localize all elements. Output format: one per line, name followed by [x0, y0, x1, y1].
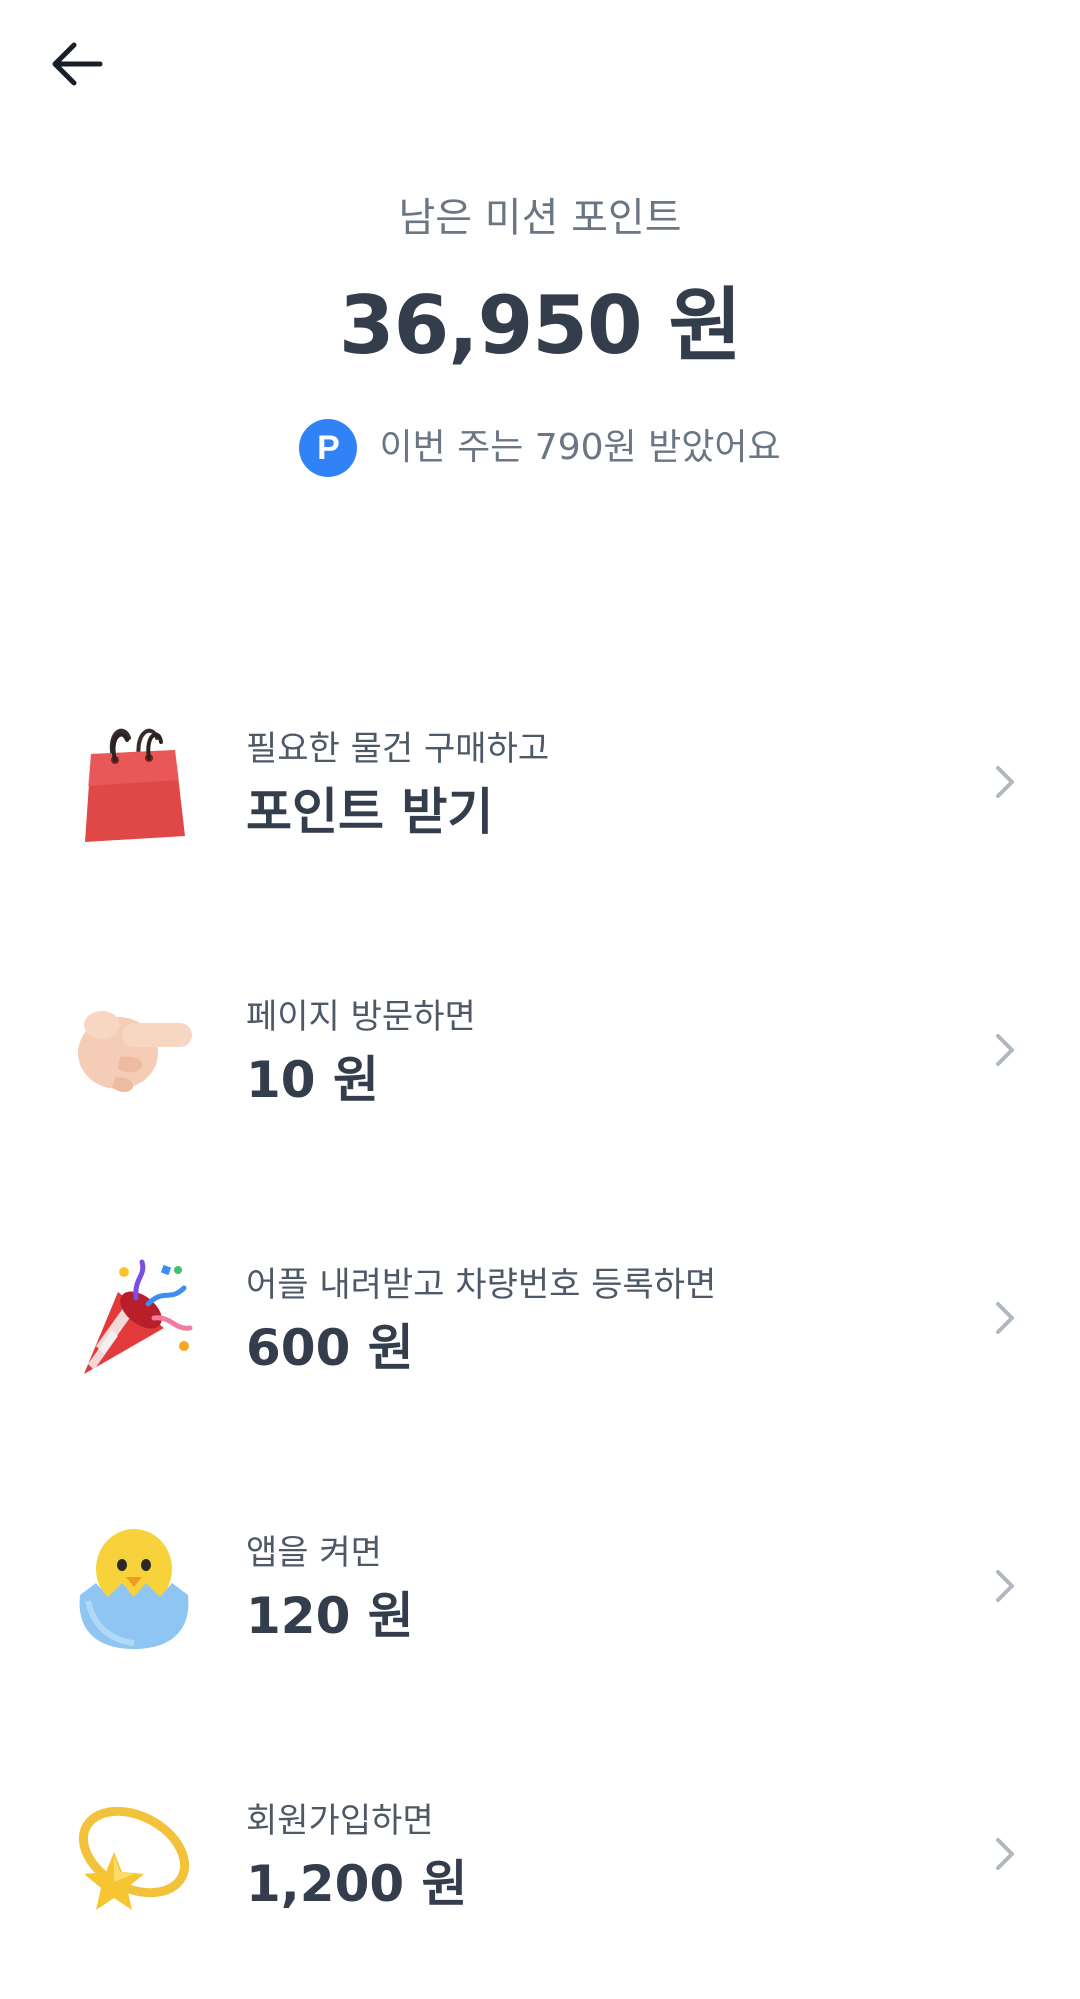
mission-item-shopping[interactable]: 필요한 물건 구매하고 포인트 받기 — [0, 650, 1080, 918]
points-label: 남은 미션 포인트 — [398, 195, 682, 241]
mission-reward: 10 원 — [246, 1051, 379, 1109]
mission-subtitle: 페이지 방문하면 — [246, 997, 476, 1037]
mission-list: 필요한 물건 구매하고 포인트 받기 페이지 방문하면 10 원 어플 내려받고… — [0, 650, 1080, 1990]
mission-subtitle: 필요한 물건 구매하고 — [246, 729, 550, 769]
mission-item-visit[interactable]: 페이지 방문하면 10 원 — [0, 918, 1080, 1186]
mission-item-register-car[interactable]: 어플 내려받고 차량번호 등록하면 600 원 — [0, 1186, 1080, 1454]
chevron-right-icon — [996, 1838, 1014, 1870]
mission-subtitle: 앱을 켜면 — [246, 1533, 382, 1573]
mission-reward: 120 원 — [246, 1587, 414, 1645]
hatching-chick-icon — [72, 1524, 196, 1649]
points-amount: 36,950 원 — [338, 279, 742, 372]
mission-reward: 1,200 원 — [246, 1855, 468, 1913]
mission-subtitle: 회원가입하면 — [246, 1801, 434, 1841]
points-summary: 남은 미션 포인트 36,950 원 P 이번 주는 790원 받았어요 — [0, 190, 1080, 478]
weekly-earned: P 이번 주는 790원 받았어요 — [299, 418, 781, 478]
pointing-hand-icon — [72, 988, 196, 1112]
mission-subtitle: 어플 내려받고 차량번호 등록하면 — [246, 1265, 717, 1305]
chevron-right-icon — [996, 1570, 1014, 1602]
party-popper-icon — [72, 1256, 196, 1380]
mission-item-open-app[interactable]: 앱을 켜면 120 원 — [0, 1454, 1080, 1722]
mission-reward: 600 원 — [246, 1319, 414, 1377]
chevron-right-icon — [996, 1302, 1014, 1334]
weekly-earned-text: 이번 주는 790원 받았어요 — [379, 427, 781, 468]
chevron-right-icon — [996, 766, 1014, 798]
dizzy-star-icon — [72, 1792, 196, 1916]
mission-item-sign-up[interactable]: 회원가입하면 1,200 원 — [0, 1722, 1080, 1990]
arrow-left-icon — [52, 42, 103, 86]
chevron-right-icon — [996, 1034, 1014, 1066]
point-badge-icon: P — [299, 419, 358, 477]
mission-title: 포인트 받기 — [246, 783, 494, 841]
back-button[interactable] — [36, 28, 116, 100]
shopping-bag-icon — [72, 720, 196, 844]
